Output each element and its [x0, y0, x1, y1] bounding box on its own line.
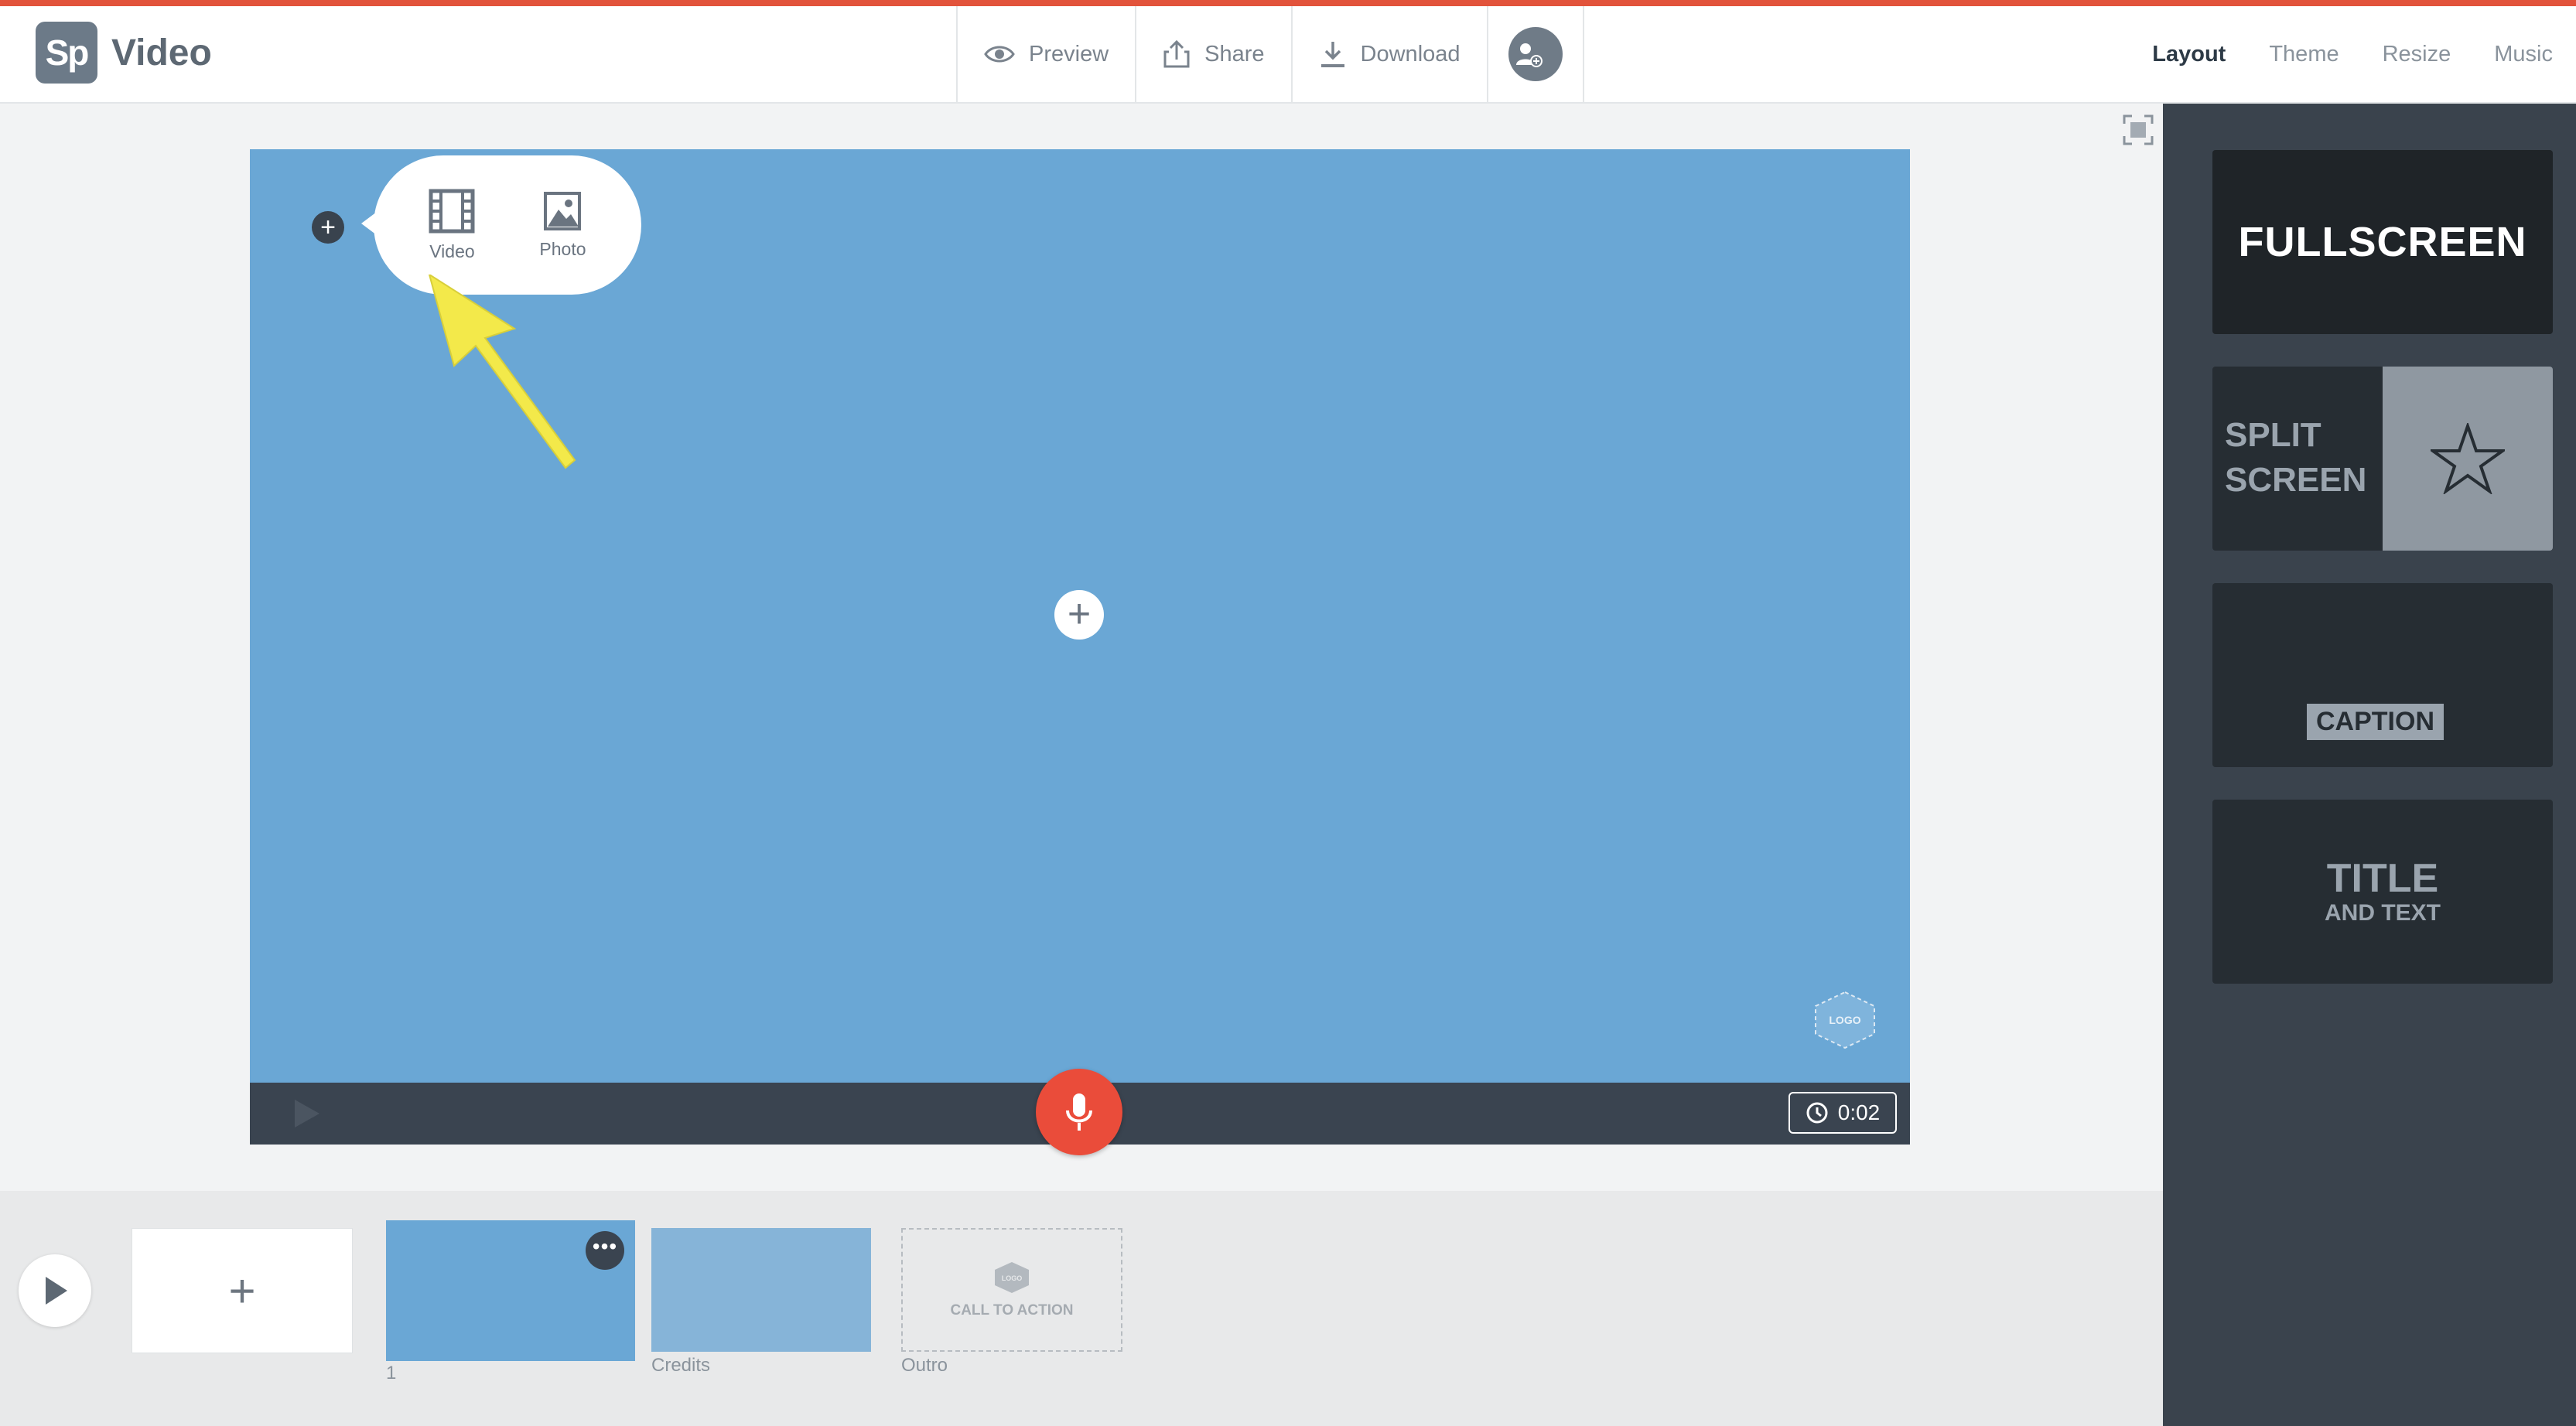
photo-option-label: Photo [539, 238, 586, 259]
preview-label: Preview [1029, 41, 1109, 67]
annotation-arrow [428, 275, 576, 469]
add-media-small-button[interactable]: + [312, 211, 344, 244]
more-icon[interactable]: ••• [586, 1231, 624, 1270]
image-icon [544, 191, 582, 230]
app-name: Video [111, 32, 212, 73]
tab-theme[interactable]: Theme [2269, 42, 2339, 67]
logo-placeholder-icon: LOGO [995, 1262, 1029, 1293]
share-label: Share [1204, 41, 1265, 67]
add-media-center-button[interactable]: + [1054, 590, 1104, 640]
outro-cta-text: CALL TO ACTION [950, 1302, 1074, 1319]
film-icon [429, 189, 475, 233]
outro-logo-text: LOGO [1002, 1274, 1023, 1282]
main-toolbar: Preview Share Download [956, 6, 1584, 102]
slide-label-credits: Credits [651, 1355, 711, 1376]
logo-placeholder-text: LOGO [1829, 1014, 1860, 1026]
tab-music[interactable]: Music [2494, 42, 2553, 67]
layout-panel: FULLSCREEN SPLIT SCREEN CAPTION TITLE AN… [2163, 104, 2576, 1426]
layout-fullscreen[interactable]: FULLSCREEN [2212, 150, 2553, 334]
add-video-option[interactable]: Video [429, 189, 475, 262]
download-button[interactable]: Download [1293, 6, 1488, 102]
star-icon [2431, 423, 2505, 494]
record-voice-button[interactable] [1036, 1069, 1122, 1155]
layout-fullscreen-label: FULLSCREEN [2238, 219, 2527, 265]
split-media-area [2383, 367, 2553, 551]
video-option-label: Video [429, 241, 475, 261]
fullscreen-icon [2123, 114, 2154, 145]
top-header: Sp Video Preview Share Download Layout T… [0, 6, 2576, 104]
slide-duration[interactable]: 0:02 [1789, 1092, 1897, 1134]
split-line-1: SPLIT [2225, 416, 2321, 454]
layout-title-line-1: TITLE [2326, 856, 2439, 901]
layout-split-label: SPLIT SCREEN [2212, 367, 2383, 551]
add-photo-option[interactable]: Photo [539, 191, 586, 260]
fullscreen-toggle[interactable] [2123, 114, 2154, 149]
layout-title-and-text[interactable]: TITLE AND TEXT [2212, 800, 2553, 984]
layout-split-screen[interactable]: SPLIT SCREEN [2212, 367, 2553, 551]
play-icon [46, 1277, 67, 1305]
duration-value: 0:02 [1837, 1100, 1881, 1124]
layout-caption-label: CAPTION [2307, 704, 2444, 740]
tab-resize[interactable]: Resize [2383, 42, 2451, 67]
slide-thumbnail-outro[interactable]: LOGO CALL TO ACTION [901, 1228, 1122, 1352]
logo-placeholder: LOGO [1815, 991, 1875, 1049]
add-collaborator-button[interactable] [1488, 6, 1584, 102]
download-icon [1320, 42, 1344, 67]
play-icon[interactable] [289, 1097, 323, 1131]
share-icon [1163, 39, 1190, 68]
clock-icon [1806, 1102, 1828, 1124]
slide-label-outro: Outro [901, 1355, 948, 1376]
slide-thumbnail-1[interactable]: ••• [386, 1220, 635, 1361]
split-line-2: SCREEN [2225, 461, 2367, 499]
tab-layout[interactable]: Layout [2152, 42, 2226, 67]
layout-title-line-2: AND TEXT [2325, 900, 2441, 926]
add-media-popup: Video Photo [374, 155, 641, 295]
avatar [1508, 27, 1563, 81]
layout-caption[interactable]: CAPTION [2212, 583, 2553, 767]
brand[interactable]: Sp Video [36, 22, 212, 84]
download-label: Download [1360, 41, 1461, 67]
right-tabs: Layout Theme Resize Music [2152, 6, 2553, 102]
add-user-icon [1515, 43, 1543, 67]
share-button[interactable]: Share [1136, 6, 1293, 102]
add-slide-button[interactable]: + [132, 1228, 353, 1353]
top-accent-line [0, 0, 2576, 6]
microphone-icon [1066, 1093, 1092, 1131]
timeline: + ••• 1 Credits LOGO CALL TO ACTION Outr… [0, 1191, 2163, 1426]
slide-canvas[interactable]: + Video Photo + LOGO [250, 149, 1910, 1083]
app-logo: Sp [36, 22, 97, 84]
eye-icon [984, 46, 1015, 63]
play-all-button[interactable] [19, 1254, 91, 1327]
slide-label-1: 1 [386, 1363, 397, 1383]
preview-button[interactable]: Preview [958, 6, 1137, 102]
slide-thumbnail-credits[interactable] [651, 1228, 871, 1352]
